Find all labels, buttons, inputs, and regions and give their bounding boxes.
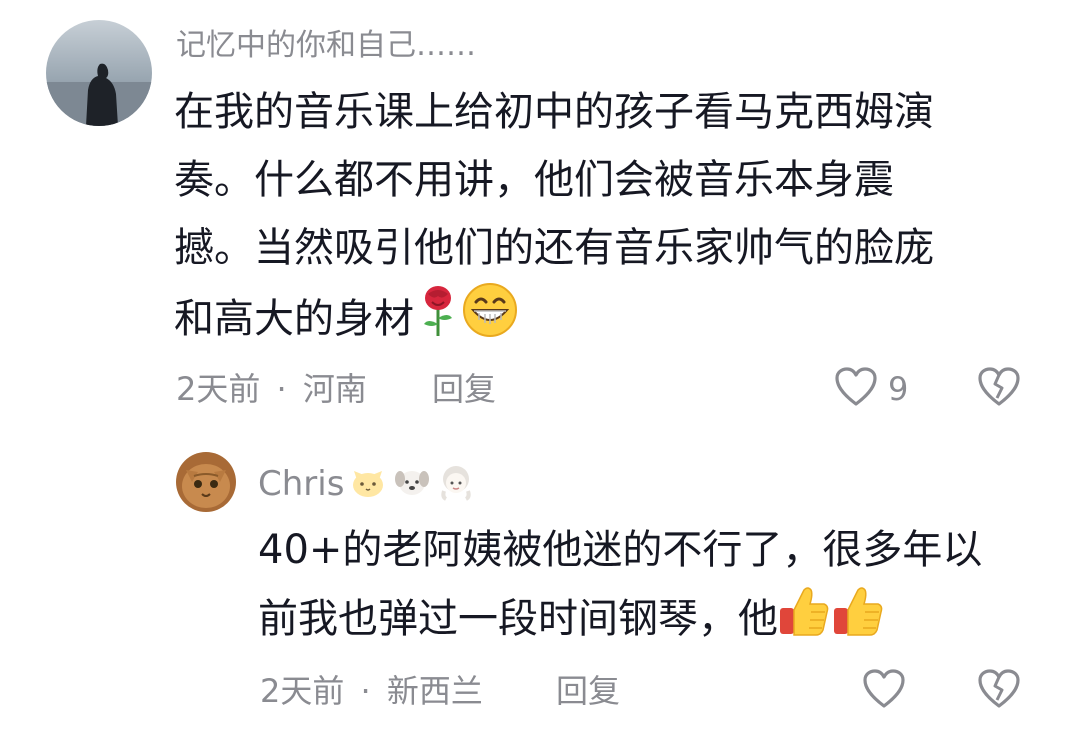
comment-text: 40+的老阿姨被他迷的不行了，很多年以 前我也弹过一段时间钢琴，他	[258, 516, 982, 653]
comment-text-line: 和高大的身材	[174, 282, 934, 353]
username-text: Chris	[258, 464, 345, 504]
separator: ·	[360, 672, 371, 710]
heart-outline-icon[interactable]	[834, 366, 878, 408]
comment-text-line-text: 和高大的身材	[174, 296, 414, 342]
grin-emoji	[462, 282, 518, 338]
location: 新西兰	[386, 672, 483, 710]
like-count: 9	[888, 370, 909, 408]
avatar[interactable]	[46, 20, 152, 126]
timestamp: 2天前	[176, 370, 261, 408]
reply-button[interactable]: 回复	[432, 366, 496, 412]
thumbs-up-emoji	[832, 584, 884, 638]
comment-text-line: 在我的音乐课上给初中的孩子看马克西姆演	[174, 89, 934, 135]
broken-heart-icon[interactable]	[976, 668, 1022, 710]
comment-meta: 2天前 · 河南	[176, 366, 367, 412]
girl-emoji	[436, 461, 476, 501]
reply-button[interactable]: 回复	[556, 668, 620, 714]
comment-text-line-text: 前我也弹过一段时间钢琴，他	[258, 596, 778, 642]
comment-text-line: 奏。什么都不用讲，他们会被音乐本身震	[174, 157, 894, 203]
broken-heart-icon[interactable]	[976, 366, 1022, 408]
username[interactable]: Chris	[258, 460, 476, 508]
thumbs-up-emoji	[778, 584, 830, 638]
rose-emoji	[414, 284, 462, 338]
location: 河南	[302, 370, 367, 408]
dog-face-emoji	[392, 461, 432, 501]
heart-outline-icon[interactable]	[862, 668, 906, 710]
timestamp: 2天前	[260, 672, 345, 710]
comment-text: 在我的音乐课上给初中的孩子看马克西姆演 奏。什么都不用讲，他们会被音乐本身震 撼…	[174, 78, 934, 353]
username[interactable]: 记忆中的你和自己……	[176, 24, 476, 68]
cat-face-emoji	[348, 461, 388, 501]
separator: ·	[276, 370, 287, 408]
comment-meta: 2天前 · 新西兰	[260, 668, 483, 714]
comment-text-line: 前我也弹过一段时间钢琴，他	[258, 584, 982, 653]
comment-text-line: 40+的老阿姨被他迷的不行了，很多年以	[258, 527, 983, 573]
avatar[interactable]	[176, 452, 236, 512]
comment-text-line: 撼。当然吸引他们的还有音乐家帅气的脸庞	[174, 225, 934, 271]
